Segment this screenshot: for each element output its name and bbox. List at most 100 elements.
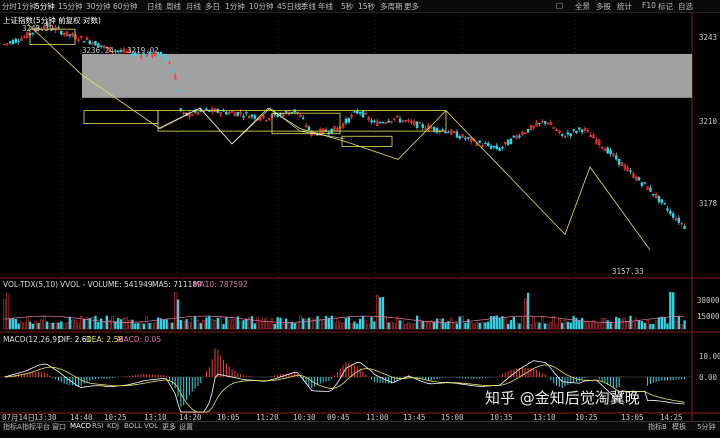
volume-bar [543,323,547,330]
volume-bar [432,321,436,330]
volume-bar [165,319,168,330]
volume-bar [441,318,444,330]
period-tab-14[interactable]: 年线 [318,1,333,12]
indicator-tab-8[interactable]: 更多 [162,422,176,432]
indicator-tab-6[interactable]: BOLL [124,422,142,430]
volume-bar [208,315,211,330]
volume-bar [267,322,271,330]
volume-bar [6,293,9,330]
period-tab-12[interactable]: 45日线 [277,1,302,12]
kline-chart: 上证指数(5分钟 前复权 对数)3248.393236.24 - 3219.02… [0,12,720,422]
volume-bar [535,322,538,330]
candle-body [159,51,163,55]
toolbar-right-6[interactable]: 自选 [678,1,693,12]
period-tab-6[interactable]: 日线 [147,1,162,12]
volume-bar [427,321,430,330]
period-tab-9[interactable]: 多日 [205,1,220,12]
toolbar-right-4[interactable]: F10 [642,1,656,10]
period-tab-17[interactable]: 多周期 [380,1,403,12]
bottom-right-0[interactable]: 指标B [648,422,667,432]
consolidation-box-1 [83,110,159,124]
volume-bar [487,321,490,330]
candle-body [575,130,578,133]
zone-range-label: 3236.24 - 3219.02 [82,46,159,55]
volume-bar [174,292,177,330]
volume-bar [225,317,228,330]
volume-bar [461,315,464,330]
volume-bar [270,317,274,330]
candle-body [11,40,15,45]
volume-bar [196,319,200,330]
volume-bar [137,323,140,330]
volume-bar [211,318,214,330]
volume-bar [398,320,402,330]
period-tab-4[interactable]: 30分钟 [86,1,111,12]
toolbar-right-0[interactable]: □ [556,1,563,10]
candle-body [347,117,350,123]
period-tab-5[interactable]: 60分钟 [113,1,138,12]
volume-bar [94,315,97,330]
volume-bar [265,317,268,330]
indicator-tab-4[interactable]: RSI [92,422,103,430]
candle-body [640,182,644,186]
volume-bar [635,318,638,330]
bottom-right-2[interactable]: 5分钟 [697,422,715,432]
volume-bar [381,297,385,330]
price-tick-2: 3178 [699,199,718,208]
volume-bar [518,323,521,330]
volume-bar [361,316,365,330]
volume-bar [481,322,484,330]
volume-bar [580,317,584,330]
indicator-tab-2[interactable]: 窗口 [52,422,66,432]
volume-bar [458,316,461,330]
volume-bar [669,291,672,330]
period-tab-13[interactable]: 季线 [301,1,316,12]
candle-body [578,127,581,130]
period-tab-18[interactable]: 更多 [404,1,419,12]
candle-body [617,158,621,165]
indicator-tab-0[interactable]: 指标A [3,422,22,432]
volume-bar [228,320,231,330]
period-tab-7[interactable]: 周线 [166,1,181,12]
period-tab-10[interactable]: 1分钟 [225,1,245,12]
toolbar-right-1[interactable]: 全景 [575,1,590,12]
volume-bar [253,323,257,330]
period-tab-2[interactable]: 5分钟 [35,1,55,12]
volume-bar [680,324,683,330]
candle-body [176,90,180,93]
candle-body [526,128,530,133]
volume-bar [273,323,276,330]
volume-bar [148,322,151,330]
indicator-tab-3[interactable]: MACD [70,422,91,430]
period-tab-16[interactable]: 15秒 [358,1,375,12]
candle-body [649,187,652,192]
period-tab-11[interactable]: 10分钟 [249,1,274,12]
period-tab-8[interactable]: 月线 [186,1,201,12]
period-tab-0[interactable]: 分时 [2,1,17,12]
period-tab-1[interactable]: 1分钟 [17,1,37,12]
period-tab-3[interactable]: 15分钟 [58,1,83,12]
volume-bar [598,323,601,330]
toolbar-right-2[interactable]: 多股 [596,1,611,12]
indicator-tab-5[interactable]: KDJ [107,422,119,430]
indicator-tab-7[interactable]: VOL [144,422,158,430]
toolbar-right-3[interactable]: 统计 [617,1,632,12]
period-tab-15[interactable]: 5秒 [341,1,353,12]
volume-bar [620,318,624,330]
volume-bar [65,322,69,330]
volume-bar [558,319,561,330]
indicator-tab-9[interactable]: 设置 [179,422,193,432]
toolbar-right-5[interactable]: 标记 [658,1,673,12]
candle-body [495,145,498,150]
candle-body [506,139,510,146]
volume-bar [546,323,550,330]
bottom-right-1[interactable]: 模板 [672,422,686,432]
candle-body [31,32,35,35]
volume-bar [609,321,612,330]
volume-bar [48,323,52,330]
candle-body [179,108,183,111]
vol-tick-1: 15000 [697,312,720,321]
candle-body [501,146,504,149]
candle-body [580,129,584,133]
indicator-tab-1[interactable]: 指标平台 [22,422,50,432]
